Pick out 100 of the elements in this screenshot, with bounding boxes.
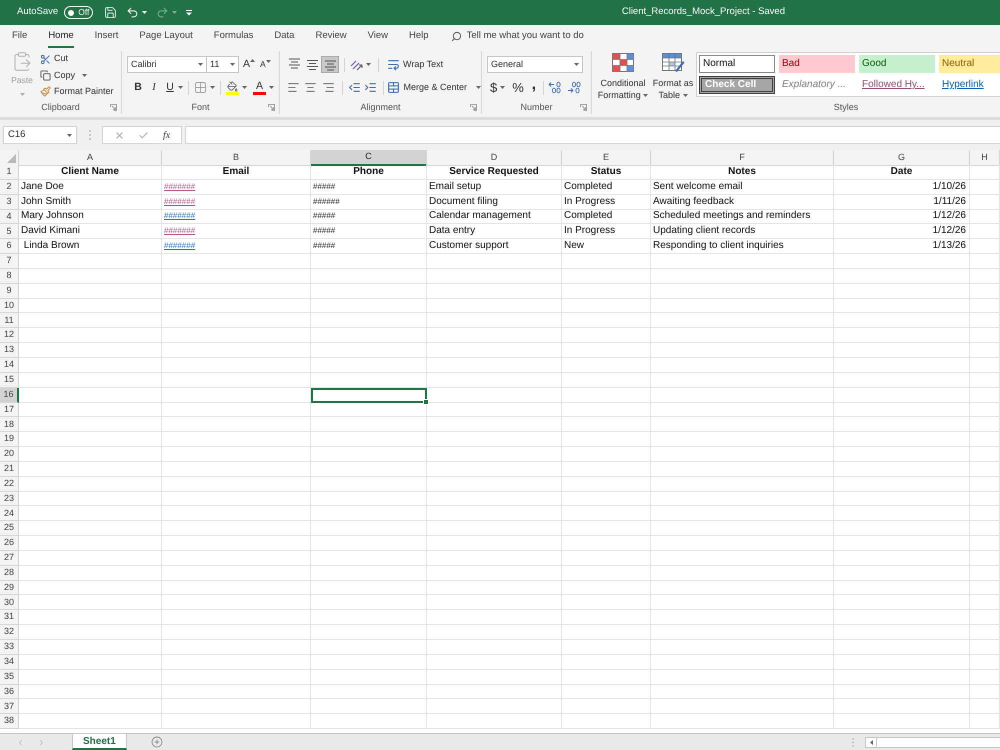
column-header[interactable]: A xyxy=(19,150,162,166)
empty-cell[interactable] xyxy=(562,580,651,596)
row-header[interactable]: 3 xyxy=(0,194,19,210)
empty-cell[interactable] xyxy=(311,476,427,492)
row-header[interactable]: 12 xyxy=(0,328,19,344)
empty-cell[interactable] xyxy=(162,402,311,418)
row-header[interactable]: 29 xyxy=(0,580,19,596)
empty-cell[interactable] xyxy=(162,432,311,448)
empty-cell[interactable] xyxy=(970,521,1000,536)
empty-cell[interactable] xyxy=(970,580,1000,596)
empty-cell[interactable] xyxy=(970,566,1000,581)
empty-cell[interactable] xyxy=(162,699,311,714)
decrease-decimal-button[interactable] xyxy=(566,81,581,94)
empty-cell[interactable] xyxy=(311,343,427,358)
row-header[interactable]: 16 xyxy=(0,388,19,402)
wrap-text-button[interactable]: Wrap Text xyxy=(387,58,444,72)
empty-cell[interactable] xyxy=(562,521,651,536)
shrink-font-button[interactable]: A xyxy=(260,60,271,69)
enter-button[interactable] xyxy=(138,130,150,140)
empty-cell[interactable] xyxy=(970,165,1000,180)
empty-cell[interactable] xyxy=(311,402,427,418)
empty-cell[interactable] xyxy=(834,521,970,536)
row-header[interactable]: 21 xyxy=(0,462,19,477)
empty-cell[interactable] xyxy=(562,699,651,714)
empty-cell[interactable] xyxy=(651,521,834,536)
empty-cell[interactable] xyxy=(834,328,970,344)
horizontal-scrollbar[interactable] xyxy=(865,736,1000,748)
empty-cell[interactable] xyxy=(562,566,651,581)
empty-cell[interactable] xyxy=(311,358,427,373)
empty-cell[interactable] xyxy=(651,536,834,551)
empty-cell[interactable] xyxy=(562,388,651,402)
empty-cell[interactable] xyxy=(562,447,651,462)
empty-cell[interactable] xyxy=(834,313,970,328)
row-header[interactable]: 34 xyxy=(0,654,19,670)
empty-cell[interactable] xyxy=(427,550,562,566)
empty-cell[interactable] xyxy=(970,358,1000,373)
empty-cell[interactable] xyxy=(562,476,651,492)
underline-button[interactable]: U xyxy=(163,80,177,96)
row-header[interactable]: 4 xyxy=(0,210,19,224)
fill-handle[interactable] xyxy=(423,398,429,404)
empty-cell[interactable] xyxy=(651,388,834,402)
empty-cell[interactable] xyxy=(970,476,1000,492)
grow-font-button[interactable]: A xyxy=(243,59,256,70)
name-box[interactable]: C16 xyxy=(3,126,77,144)
autosave-toggle[interactable]: Off xyxy=(64,6,94,19)
column-header[interactable]: B xyxy=(162,150,311,166)
new-sheet-button[interactable] xyxy=(150,734,163,750)
empty-cell[interactable] xyxy=(970,506,1000,522)
empty-cell[interactable] xyxy=(651,372,834,388)
increase-decimal-button[interactable] xyxy=(548,81,562,94)
empty-cell[interactable] xyxy=(427,388,562,402)
menu-tab[interactable]: Insert xyxy=(94,25,118,48)
row-header[interactable]: 25 xyxy=(0,521,19,536)
empty-cell[interactable] xyxy=(651,447,834,462)
empty-cell[interactable] xyxy=(562,595,651,610)
empty-cell[interactable] xyxy=(651,432,834,448)
cell-style-option[interactable]: Good xyxy=(859,55,935,73)
empty-cell[interactable] xyxy=(427,654,562,670)
empty-cell[interactable] xyxy=(970,298,1000,314)
dialog-launcher-icon[interactable] xyxy=(268,104,275,110)
empty-cell[interactable] xyxy=(651,492,834,506)
empty-cell[interactable] xyxy=(651,417,834,432)
empty-cell[interactable] xyxy=(427,284,562,299)
format-painter-button[interactable]: Format Painter xyxy=(40,84,114,100)
empty-cell[interactable] xyxy=(970,699,1000,714)
empty-cell[interactable] xyxy=(311,462,427,477)
empty-cell[interactable] xyxy=(834,654,970,670)
empty-cell[interactable] xyxy=(311,268,427,284)
menu-tab[interactable]: Formulas xyxy=(214,25,254,48)
empty-cell[interactable] xyxy=(651,358,834,373)
merge-center-button[interactable]: Merge & Center xyxy=(387,80,481,94)
empty-cell[interactable] xyxy=(162,610,311,626)
empty-cell[interactable] xyxy=(562,268,651,284)
empty-cell[interactable] xyxy=(311,372,427,388)
empty-cell[interactable] xyxy=(651,268,834,284)
row-header[interactable]: 8 xyxy=(0,268,19,284)
column-header[interactable]: H xyxy=(970,150,1000,166)
empty-cell[interactable] xyxy=(562,654,651,670)
empty-cell[interactable] xyxy=(970,402,1000,418)
row-header[interactable]: 7 xyxy=(0,254,19,269)
menu-tab[interactable]: File xyxy=(12,25,28,48)
empty-cell[interactable] xyxy=(162,595,311,610)
row-header[interactable]: 5 xyxy=(0,224,19,240)
empty-cell[interactable] xyxy=(562,313,651,328)
empty-cell[interactable] xyxy=(651,670,834,685)
empty-cell[interactable] xyxy=(311,536,427,551)
empty-cell[interactable] xyxy=(562,625,651,640)
empty-cell[interactable] xyxy=(834,670,970,685)
empty-cell[interactable] xyxy=(970,462,1000,477)
row-header[interactable]: 36 xyxy=(0,684,19,700)
empty-cell[interactable] xyxy=(311,625,427,640)
empty-cell[interactable] xyxy=(562,684,651,700)
empty-cell[interactable] xyxy=(562,640,651,655)
cancel-button[interactable] xyxy=(114,130,125,140)
menu-tab[interactable]: View xyxy=(368,25,388,48)
dialog-launcher-icon[interactable] xyxy=(470,104,477,110)
empty-cell[interactable] xyxy=(834,595,970,610)
empty-cell[interactable] xyxy=(970,417,1000,432)
empty-cell[interactable] xyxy=(427,670,562,685)
empty-cell[interactable] xyxy=(970,625,1000,640)
